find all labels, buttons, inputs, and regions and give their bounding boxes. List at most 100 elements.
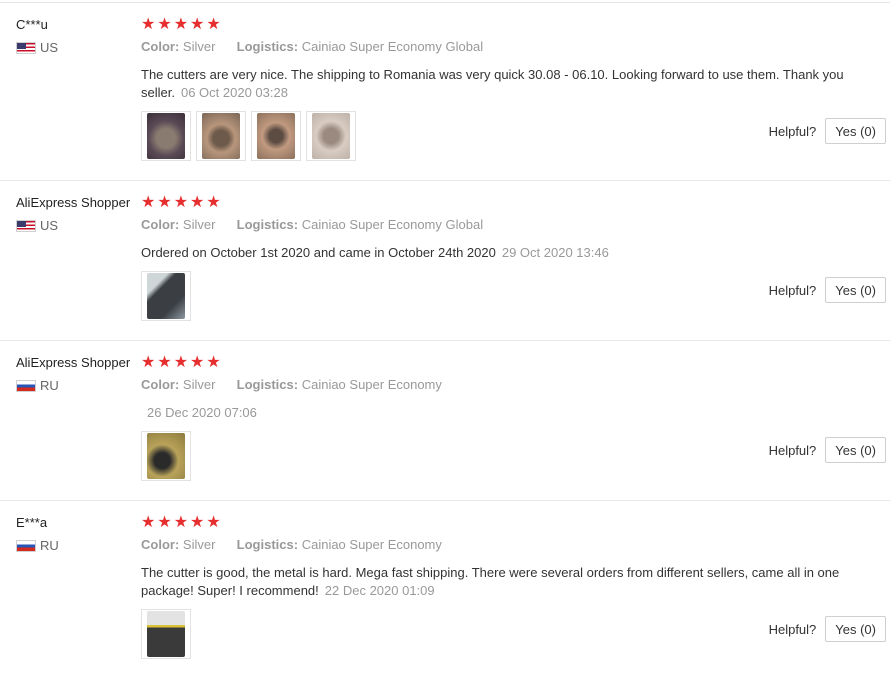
country-code: RU <box>40 378 59 393</box>
review-content: Ordered on October 1st 2020 and came in … <box>141 244 861 262</box>
logistics-value: Cainiao Super Economy <box>301 377 442 392</box>
us-flag-icon <box>16 41 36 54</box>
review-photo[interactable] <box>196 111 246 161</box>
star-icon: ★ <box>206 514 221 531</box>
country-code: RU <box>40 538 59 553</box>
star-icon: ★ <box>173 194 189 211</box>
review-item: AliExpress Shopper US ★ ★ ★ ★ ★ Color: Silve… <box>0 195 890 341</box>
review-date: 06 Oct 2020 03:28 <box>180 85 288 100</box>
star-icon: ★ <box>141 16 156 33</box>
star-icon: ★ <box>157 514 172 531</box>
color-value: Silver <box>182 537 216 552</box>
star-icon: ★ <box>173 16 189 33</box>
review-photos <box>141 431 191 481</box>
helpful-label: Helpful? <box>768 123 817 139</box>
ru-flag-icon <box>16 539 36 552</box>
review-date: 29 Oct 2020 13:46 <box>501 245 609 260</box>
color-value: Silver <box>182 39 216 54</box>
review-content: The cutters are very nice. The shipping … <box>141 66 861 102</box>
reviewer-country: US <box>16 40 58 55</box>
star-icon: ★ <box>141 194 156 211</box>
star-icon: ★ <box>190 354 205 371</box>
logistics-value: Cainiao Super Economy <box>301 537 442 552</box>
review-content: 26 Dec 2020 07:06 <box>141 404 861 422</box>
helpful-label: Helpful? <box>768 442 817 458</box>
star-icon: ★ <box>141 354 156 371</box>
helpful-vote: Helpful? Yes (0) <box>769 437 886 463</box>
logistics-value: Cainiao Super Economy Global <box>301 217 484 232</box>
logistics-label: Logistics: <box>236 217 299 232</box>
reviewer-name: AliExpress Shopper <box>16 355 131 370</box>
top-divider <box>0 2 890 3</box>
helpful-vote: Helpful? Yes (0) <box>769 118 886 144</box>
review-divider <box>0 180 890 181</box>
reviewer-country: RU <box>16 538 59 553</box>
yes-vote-button[interactable]: Yes (0) <box>825 437 886 463</box>
star-rating: ★ ★ ★ ★ ★ <box>141 355 221 371</box>
helpful-label: Helpful? <box>768 621 817 637</box>
ru-flag-icon <box>16 379 36 392</box>
review-photo[interactable] <box>141 111 191 161</box>
star-icon: ★ <box>190 514 205 531</box>
helpful-label: Helpful? <box>768 282 817 298</box>
review-date: 22 Dec 2020 01:09 <box>324 583 435 598</box>
color-label: Color: <box>141 39 180 54</box>
star-rating: ★ ★ ★ ★ ★ <box>141 515 221 531</box>
review-item: E***a RU ★ ★ ★ ★ ★ Color: Silver Logistics: … <box>0 515 890 665</box>
logistics-label: Logistics: <box>236 39 299 54</box>
review-photos <box>141 271 191 321</box>
color-label: Color: <box>141 217 180 232</box>
review-photo[interactable] <box>141 271 191 321</box>
logistics-value: Cainiao Super Economy Global <box>301 39 484 54</box>
order-info: Color: Silver Logistics: Cainiao Super E… <box>141 537 442 552</box>
review-photo[interactable] <box>141 431 191 481</box>
color-value: Silver <box>182 377 216 392</box>
order-info: Color: Silver Logistics: Cainiao Super E… <box>141 217 483 232</box>
star-icon: ★ <box>157 194 172 211</box>
star-icon: ★ <box>206 194 221 211</box>
review-text: The cutter is good, the metal is hard. M… <box>141 565 840 598</box>
star-icon: ★ <box>190 194 205 211</box>
logistics-label: Logistics: <box>236 377 299 392</box>
yes-vote-button[interactable]: Yes (0) <box>825 616 886 642</box>
helpful-vote: Helpful? Yes (0) <box>769 277 886 303</box>
logistics-label: Logistics: <box>236 537 299 552</box>
star-rating: ★ ★ ★ ★ ★ <box>141 195 221 211</box>
helpful-vote: Helpful? Yes (0) <box>769 616 886 642</box>
star-icon: ★ <box>141 514 156 531</box>
star-rating: ★ ★ ★ ★ ★ <box>141 17 221 33</box>
review-text: Ordered on October 1st 2020 and came in … <box>141 245 496 260</box>
review-divider <box>0 500 890 501</box>
reviewer-country: US <box>16 218 58 233</box>
review-photo[interactable] <box>251 111 301 161</box>
country-code: US <box>40 40 59 55</box>
star-icon: ★ <box>206 16 221 33</box>
review-photos <box>141 111 356 161</box>
color-label: Color: <box>141 377 180 392</box>
color-label: Color: <box>141 537 180 552</box>
star-icon: ★ <box>173 514 189 531</box>
reviewer-country: RU <box>16 378 59 393</box>
review-content: The cutter is good, the metal is hard. M… <box>141 564 861 600</box>
review-item: AliExpress Shopper RU ★ ★ ★ ★ ★ Color: Silve… <box>0 355 890 501</box>
yes-vote-button[interactable]: Yes (0) <box>825 118 886 144</box>
star-icon: ★ <box>206 354 221 371</box>
reviewer-name: C***u <box>16 17 48 32</box>
us-flag-icon <box>16 219 36 232</box>
review-photo[interactable] <box>141 609 191 659</box>
reviewer-name: AliExpress Shopper <box>16 195 131 210</box>
order-info: Color: Silver Logistics: Cainiao Super E… <box>141 39 483 54</box>
order-info: Color: Silver Logistics: Cainiao Super E… <box>141 377 442 392</box>
review-item: C***u US ★ ★ ★ ★ ★ Color: Silver Logistics: … <box>0 17 890 181</box>
color-value: Silver <box>182 217 216 232</box>
star-icon: ★ <box>157 354 172 371</box>
star-icon: ★ <box>190 16 205 33</box>
star-icon: ★ <box>157 16 172 33</box>
review-divider <box>0 340 890 341</box>
country-code: US <box>40 218 59 233</box>
yes-vote-button[interactable]: Yes (0) <box>825 277 886 303</box>
review-date: 26 Dec 2020 07:06 <box>147 405 257 420</box>
review-photos <box>141 609 191 659</box>
review-photo[interactable] <box>306 111 356 161</box>
reviewer-name: E***a <box>16 515 48 530</box>
